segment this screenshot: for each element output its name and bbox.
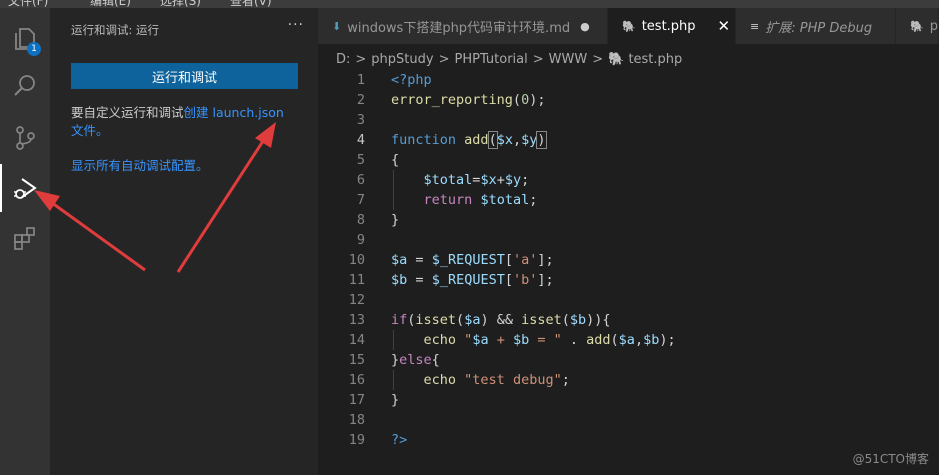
more-actions-icon[interactable]: ··· — [288, 17, 304, 33]
activity-explorer[interactable]: 1 — [0, 14, 50, 62]
php-elephant-icon: 🐘 — [608, 52, 625, 67]
tab-label: 扩展: PHP Debug — [765, 20, 873, 36]
preview-icon: ≡ — [750, 19, 760, 33]
code-line: 6 $total=$x+$y; — [356, 172, 530, 188]
breadcrumb: D: > phpStudy > PHPTutorial > WWW > 🐘 test.php — [336, 52, 683, 67]
breadcrumb-item[interactable]: PHPTutorial — [454, 52, 527, 67]
breadcrumb-item[interactable]: WWW — [549, 52, 588, 67]
tab-markdown[interactable]: ⬇ windows下搭建php代码审计环境.md ● — [318, 8, 608, 44]
activity-search[interactable] — [0, 62, 50, 110]
code-line: 18 — [348, 412, 365, 428]
tab-label: p — [929, 18, 938, 34]
tab-overflow[interactable]: 🐘 p — [896, 8, 939, 44]
menu-item-file[interactable]: 文件(F) — [8, 0, 48, 8]
code-line: 9 — [356, 232, 365, 248]
php-elephant-icon: 🐘 — [910, 19, 924, 33]
tab-test-php[interactable]: 🐘 test.php ✕ — [608, 8, 736, 44]
code-line: 14 echo "$a + $b = " . add($a,$b); — [348, 332, 676, 348]
code-line: 16 echo "test debug"; — [348, 372, 570, 388]
tab-label: windows下搭建php代码审计环境.md — [347, 20, 571, 36]
editor-area: ⬇ windows下搭建php代码审计环境.md ● 🐘 test.php ✕ … — [318, 8, 939, 475]
run-and-debug-button[interactable]: 运行和调试 — [71, 63, 298, 89]
code-line: 3 — [356, 112, 365, 128]
watermark: @51CTO博客 — [852, 452, 929, 466]
code-line: 15}else{ — [348, 352, 440, 368]
activity-bar: 1 — [0, 8, 50, 475]
activity-source-control[interactable] — [0, 114, 50, 162]
breadcrumb-drive[interactable]: D: — [336, 52, 350, 67]
menu-item-selection[interactable]: 选择(S) — [160, 0, 201, 8]
code-line: 8} — [356, 212, 400, 228]
create-launch-json-link[interactable]: 创建 launch.json — [184, 105, 284, 120]
code-line: 19 ?> — [348, 432, 408, 448]
code-line: 7 return $total; — [356, 192, 538, 208]
menu-item-view[interactable]: 查看(V) — [230, 0, 272, 8]
breadcrumb-file[interactable]: test.php — [628, 52, 682, 67]
tab-label: test.php — [641, 18, 696, 34]
code-line: 17} — [348, 392, 400, 408]
code-line: 13 if(isset($a) && isset($b)){ — [348, 312, 611, 328]
explorer-badge: 1 — [27, 42, 41, 56]
code-line: 1 <?php — [356, 72, 432, 88]
run-debug-sidebar: 运行和调试: 运行 ··· 运行和调试 要自定义运行和调试创建 launch.j… — [50, 8, 318, 475]
code-line: 12 — [348, 292, 365, 308]
customize-text: 要自定义运行和调试创建 launch.json 文件。 — [71, 104, 306, 140]
run-debug-icon — [14, 178, 37, 199]
activity-run-debug[interactable] — [0, 164, 50, 212]
file-link[interactable]: 文件。 — [71, 123, 109, 138]
tab-extension-php-debug[interactable]: ≡ 扩展: PHP Debug — [736, 8, 896, 44]
source-control-icon — [16, 126, 35, 150]
code-line: 2 error_reporting(0); — [356, 92, 546, 108]
unsaved-dot-icon: ● — [580, 19, 590, 33]
code-line: 5{ — [356, 152, 400, 168]
search-icon — [14, 75, 35, 96]
download-icon: ⬇ — [332, 19, 342, 33]
customize-text-prefix: 要自定义运行和调试 — [71, 105, 184, 120]
close-icon[interactable]: ✕ — [718, 17, 731, 35]
menu-item-edit[interactable]: 编辑(E) — [90, 0, 131, 8]
code-line: 10 $a = $_REQUEST['a']; — [348, 252, 554, 268]
menu-bar: 文件(F) 编辑(E) 选择(S) 查看(V) — [0, 0, 939, 8]
tab-bar: ⬇ windows下搭建php代码审计环境.md ● 🐘 test.php ✕ … — [318, 8, 939, 44]
activity-extensions[interactable] — [0, 214, 50, 262]
show-all-debug-configs-link[interactable]: 显示所有自动调试配置。 — [71, 155, 209, 174]
code-line: 11 $b = $_REQUEST['b']; — [348, 272, 554, 288]
breadcrumb-item[interactable]: phpStudy — [371, 52, 433, 67]
code-line: 4 function add($x,$y) — [356, 131, 547, 149]
extensions-icon — [14, 227, 35, 250]
php-elephant-icon: 🐘 — [622, 19, 636, 33]
sidebar-title: 运行和调试: 运行 — [71, 23, 160, 37]
